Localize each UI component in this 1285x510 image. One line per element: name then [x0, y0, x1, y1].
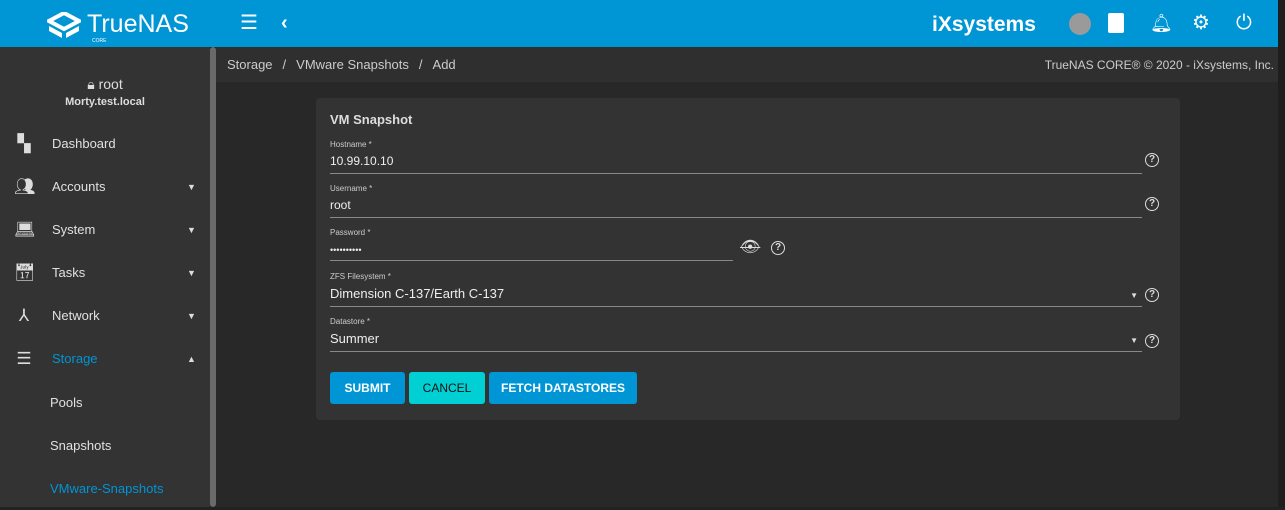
breadcrumb-bar: Storage / VMware Snapshots / Add TrueNAS COR… — [216, 47, 1278, 82]
dropdown-arrow-icon: ▼ — [1130, 336, 1138, 345]
dashboard-icon: ▚ — [17, 133, 31, 153]
username-field[interactable]: Username * root — [330, 184, 1142, 218]
hostname-field[interactable]: Hostname * 10.99.10.10 — [330, 140, 1142, 174]
username-input[interactable]: root — [330, 198, 1142, 218]
help-icon[interactable]: ? — [1145, 197, 1159, 211]
help-icon[interactable]: ? — [1145, 334, 1159, 348]
form-title: VM Snapshot — [330, 112, 413, 127]
sidebar-item-tasks[interactable]: 📅︎ Tasks ▼ — [0, 251, 210, 294]
bell-icon[interactable]: 🔔︎ — [1150, 12, 1173, 34]
power-icon[interactable]: ⏻ — [1236, 12, 1252, 34]
vm-snapshot-form: VM Snapshot Hostname * 10.99.10.10 ? User… — [316, 98, 1180, 420]
ixsystems-logo[interactable]: iXsystems — [932, 13, 1036, 37]
sidebar-item-system[interactable]: 💻︎ System ▼ — [0, 208, 210, 251]
password-field[interactable]: Password * •••••••••• — [330, 228, 733, 261]
caret-down-icon: ▼ — [187, 224, 196, 235]
caret-down-icon: ▼ — [187, 267, 196, 278]
eye-off-icon[interactable]: 👁︎ — [740, 237, 760, 257]
help-icon[interactable]: ? — [1145, 288, 1159, 302]
network-icon: ⅄ — [18, 305, 30, 325]
username: root — [98, 76, 123, 92]
breadcrumb-storage[interactable]: Storage — [227, 57, 273, 72]
sidebar: 🔒︎ root Morty.test.local ▚ Dashboard 👥︎ Ac… — [0, 47, 210, 507]
fetch-datastores-button[interactable]: FETCH DATASTORES — [489, 372, 637, 404]
copyright: TrueNAS CORE® © 2020 - iXsystems, Inc. — [1044, 58, 1274, 72]
sidebar-item-accounts[interactable]: 👥︎ Accounts ▼ — [0, 165, 210, 208]
lock-icon: 🔒︎ — [87, 76, 95, 92]
top-bar: TrueNAS CORE ☰ ‹ iXsystems 🔔︎ ⚙ ⏻ — [0, 0, 1278, 47]
window-edge — [1278, 0, 1285, 507]
calendar-icon: 📅︎ — [14, 262, 36, 282]
brand-sub: CORE — [92, 38, 107, 44]
menu-icon[interactable]: ☰ — [240, 12, 258, 34]
password-input[interactable]: •••••••••• — [330, 242, 733, 261]
sidebar-item-network[interactable]: ⅄ Network ▼ — [0, 294, 210, 337]
breadcrumb: Storage / VMware Snapshots / Add — [227, 57, 456, 72]
truenas-logo[interactable]: TrueNAS CORE — [47, 10, 189, 44]
caret-up-icon: ▲ — [187, 353, 196, 364]
sidebar-subitem-snapshots[interactable]: Snapshots — [0, 424, 210, 467]
clipboard-icon[interactable] — [1108, 13, 1124, 33]
truenas-logo-icon — [47, 11, 81, 38]
sidebar-subitem-vmware-snapshots[interactable]: VMware-Snapshots — [0, 467, 210, 510]
cancel-button[interactable]: CANCEL — [409, 372, 485, 404]
user-info: 🔒︎ root Morty.test.local — [0, 76, 210, 108]
gear-icon[interactable]: ⚙ — [1192, 12, 1210, 34]
chevron-left-icon[interactable]: ‹ — [281, 12, 288, 34]
people-icon: 👥︎ — [14, 176, 36, 196]
dropdown-arrow-icon: ▼ — [1130, 291, 1138, 300]
laptop-icon: 💻︎ — [14, 219, 36, 239]
help-icon[interactable]: ? — [1145, 153, 1159, 167]
zfs-filesystem-select[interactable]: ZFS Filesystem * Dimension C-137/Earth C-… — [330, 272, 1142, 307]
breadcrumb-add: Add — [432, 57, 456, 72]
help-icon[interactable]: ? — [771, 241, 785, 255]
main-content: Storage / VMware Snapshots / Add TrueNAS COR… — [216, 47, 1278, 507]
brand-name: TrueNAS — [87, 10, 189, 38]
storage-icon: ☰ — [16, 348, 32, 368]
caret-down-icon: ▼ — [187, 310, 196, 321]
sidebar-item-dashboard[interactable]: ▚ Dashboard — [0, 122, 210, 165]
breadcrumb-vmware-snapshots[interactable]: VMware Snapshots — [296, 57, 409, 72]
sidebar-item-storage[interactable]: ☰ Storage ▲ — [0, 337, 210, 380]
caret-down-icon: ▼ — [187, 181, 196, 192]
hostname-input[interactable]: 10.99.10.10 — [330, 154, 1142, 174]
truecommand-icon[interactable] — [1069, 13, 1091, 35]
sidebar-subitem-pools[interactable]: Pools — [0, 381, 210, 424]
datastore-select[interactable]: Datastore * Summer ▼ — [330, 317, 1142, 352]
submit-button[interactable]: SUBMIT — [330, 372, 405, 404]
hostname: Morty.test.local — [65, 96, 145, 108]
